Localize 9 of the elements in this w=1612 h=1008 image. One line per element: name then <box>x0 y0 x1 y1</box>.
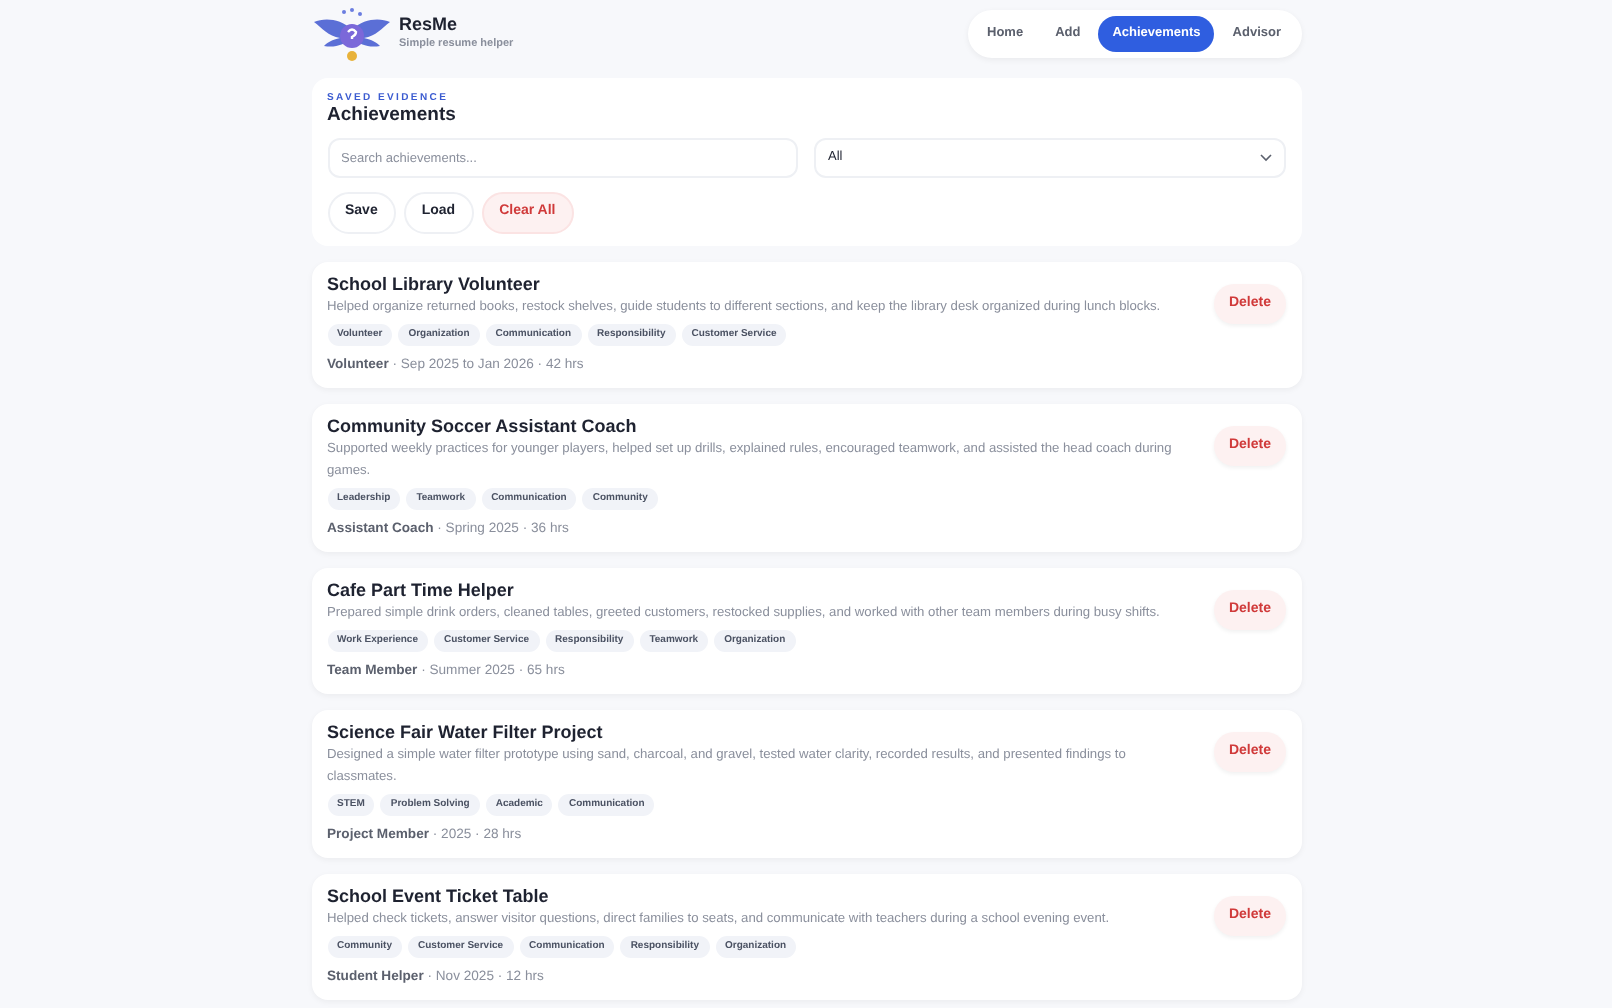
achievement-title: Cafe Part Time Helper <box>327 579 516 601</box>
achievement-title: Science Fair Water Filter Project <box>327 721 605 743</box>
brand-name: ResMe <box>399 14 460 37</box>
achievement-title: School Library Volunteer <box>327 273 542 295</box>
achievement-title: School Event Ticket Table <box>327 885 551 907</box>
winged-badge-logo <box>311 6 391 62</box>
section-title: Achievements <box>327 104 458 128</box>
chevron-down-icon <box>1259 154 1271 162</box>
achievement-title: Community Soccer Assistant Coach <box>327 415 639 437</box>
